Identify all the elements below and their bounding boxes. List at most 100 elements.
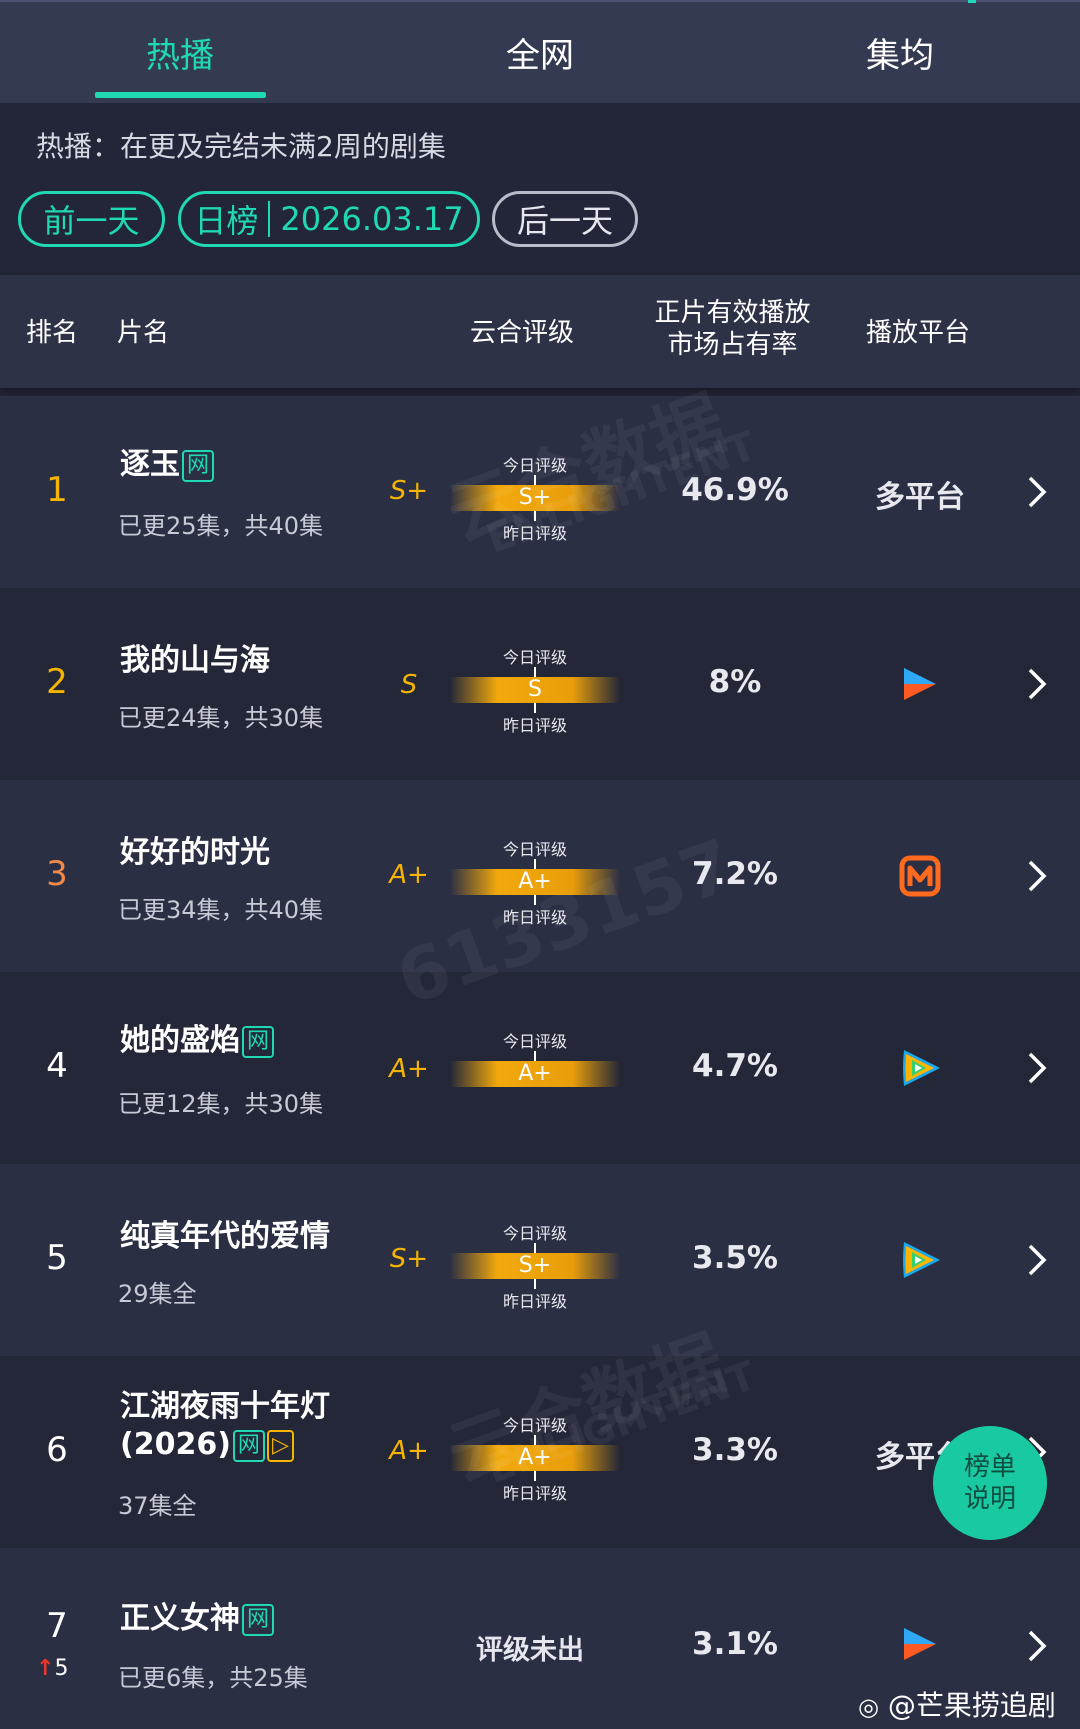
header-rating: 云合评级	[470, 318, 575, 348]
date-divider	[268, 201, 271, 237]
status-dot	[968, 0, 976, 3]
rank-number: 4	[46, 1046, 68, 1086]
rank-number: 6	[46, 1430, 68, 1470]
table-row[interactable]: 4 她的盛焰网 已更12集，共30集 A+ 今日评级 A+ 4.7%	[0, 972, 1080, 1164]
previous-grade: A+	[389, 1436, 429, 1466]
episode-count: 29集全	[118, 1280, 197, 1308]
fab-line2: 说明	[963, 1484, 1016, 1514]
drama-title: 纯真年代的爱情	[120, 1219, 330, 1254]
episode-count: 已更34集，共40集	[118, 896, 324, 924]
today-grade: S	[528, 677, 542, 702]
category-description: 热播：在更及完结未满2周的剧集	[36, 130, 446, 163]
rank-number: 5	[46, 1238, 68, 1278]
today-grade-label: 今日评级	[502, 1032, 567, 1051]
tab-all-web[interactable]: 全网	[360, 2, 720, 102]
tab-bar: 热播 全网 集均	[0, 0, 1080, 103]
grade-bar: 今日评级 S 昨日评级	[450, 644, 620, 735]
tencent-video-icon	[903, 1242, 940, 1278]
grade-bar-fill: S+	[450, 1253, 620, 1279]
prev-day-button[interactable]: 前一天	[18, 191, 165, 247]
market-share: 8%	[708, 664, 762, 700]
web-drama-badge: 网	[232, 1429, 265, 1462]
drama-title: 正义女神网	[120, 1600, 275, 1638]
drama-title: 逐玉网	[120, 446, 215, 484]
header-share-line2: 市场占有率	[667, 330, 798, 360]
today-grade: S+	[518, 1253, 552, 1278]
previous-grade: A+	[389, 1054, 429, 1084]
drama-title: 江湖夜雨十年灯 (2026) 网 ▷	[120, 1388, 330, 1464]
grade-tick-top	[534, 1051, 536, 1061]
grade-bar: 今日评级 A+	[450, 1028, 620, 1118]
active-tab-indicator	[95, 92, 266, 98]
previous-grade: S+	[389, 476, 429, 506]
market-share: 4.7%	[692, 1048, 778, 1084]
grade-tick-top	[534, 667, 536, 677]
grade-bar: 今日评级 S+ 昨日评级	[450, 1220, 620, 1311]
weibo-handle: @芒果捞追剧	[887, 1689, 1056, 1722]
header-platform: 播放平台	[866, 318, 971, 348]
weibo-watermark: ◎ @芒果捞追剧	[858, 1684, 1056, 1724]
date-selector[interactable]: 日榜 2026.03.17	[178, 191, 480, 247]
drama-title: 我的山与海	[120, 643, 270, 678]
table-row[interactable]: 5 纯真年代的爱情 29集全 S+ 今日评级 S+ 昨日评级 3.5%	[0, 1164, 1080, 1356]
header-rank: 排名	[26, 318, 79, 348]
chevron-right-icon[interactable]	[1022, 1626, 1052, 1666]
youku-icon	[904, 668, 936, 700]
board-type-label: 日榜	[194, 202, 259, 240]
chevron-right-icon[interactable]	[1022, 856, 1052, 896]
chevron-right-icon[interactable]	[1022, 1240, 1052, 1280]
previous-grade: S+	[389, 1244, 429, 1274]
tab-hot[interactable]: 热播	[0, 2, 360, 102]
table-header: 排名 片名 云合评级 正片有效播放 市场占有率 播放平台	[0, 275, 1080, 388]
today-grade-label: 今日评级	[502, 840, 567, 859]
rank-change-value: 5	[54, 1656, 69, 1681]
exclusive-play-badge: ▷	[266, 1429, 294, 1462]
mango-tv-icon	[899, 855, 941, 897]
previous-grade: S	[400, 670, 418, 700]
previous-grade: A+	[389, 860, 429, 890]
yesterday-grade-label: 昨日评级	[502, 1292, 567, 1311]
rank-change: ↑5	[36, 1656, 68, 1681]
market-share: 3.3%	[692, 1432, 778, 1468]
today-grade: A+	[518, 1061, 552, 1086]
date-label: 2026.03.17	[280, 200, 464, 238]
market-share: 3.5%	[692, 1240, 778, 1276]
episode-count: 已更25集，共40集	[118, 512, 324, 540]
grade-bar-fill: A+	[450, 1061, 620, 1087]
today-grade-label: 今日评级	[502, 648, 567, 667]
next-day-button[interactable]: 后一天	[492, 191, 638, 247]
drama-title-text: 逐玉	[120, 447, 180, 482]
drama-title-year: (2026)	[120, 1427, 231, 1462]
drama-title: 她的盛焰网	[120, 1022, 275, 1060]
drama-title-text: 她的盛焰	[120, 1023, 240, 1058]
chevron-right-icon[interactable]	[1022, 472, 1052, 512]
rank-up-arrow-icon: ↑	[36, 1656, 55, 1681]
table-row[interactable]: 2 我的山与海 已更24集，共30集 S 今日评级 S 昨日评级 8%	[0, 588, 1080, 780]
chevron-right-icon[interactable]	[1022, 664, 1052, 704]
grade-tick-top	[534, 1243, 536, 1253]
header-share-line1: 正片有效播放	[654, 298, 811, 328]
fab-line1: 榜单	[963, 1452, 1016, 1482]
rank-number: 2	[46, 662, 68, 702]
chevron-right-icon[interactable]	[1022, 1048, 1052, 1088]
web-drama-badge: 网	[182, 449, 215, 482]
grade-tick-top	[534, 859, 536, 869]
episode-count: 已更24集，共30集	[118, 704, 324, 732]
drama-title-line2: (2026) 网 ▷	[120, 1426, 330, 1464]
episode-count: 37集全	[118, 1492, 197, 1520]
info-section: 热播：在更及完结未满2周的剧集 前一天 日榜 2026.03.17 后一天	[0, 103, 1080, 275]
weibo-icon: ◎	[858, 1693, 879, 1721]
grade-bar-fill: S	[450, 677, 620, 703]
rank-number: 1	[46, 470, 68, 510]
youku-icon	[904, 1628, 936, 1660]
rank-number: 7	[46, 1606, 68, 1646]
episode-count: 已更12集，共30集	[118, 1090, 324, 1118]
platform-label: 多平台	[875, 480, 965, 515]
drama-title: 好好的时光	[120, 835, 270, 870]
yesterday-grade-label: 昨日评级	[502, 716, 567, 735]
ranking-explanation-button[interactable]: 榜单 说明	[933, 1426, 1047, 1540]
market-share: 3.1%	[692, 1626, 778, 1662]
tencent-video-icon	[903, 1050, 940, 1086]
tab-episode-avg[interactable]: 集均	[720, 2, 1080, 102]
grade-not-available: 评级未出	[476, 1635, 584, 1666]
